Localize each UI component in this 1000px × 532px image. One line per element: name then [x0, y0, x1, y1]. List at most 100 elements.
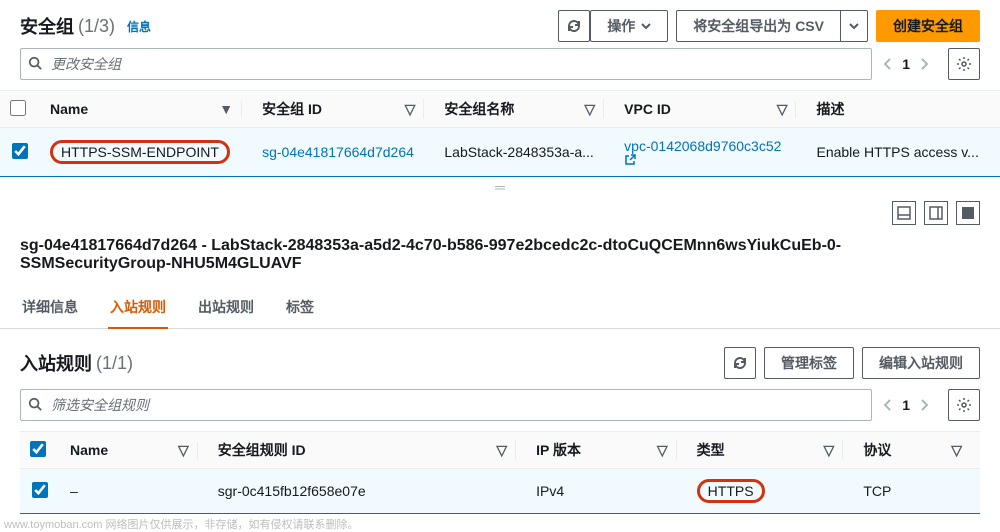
- th-name[interactable]: Name ▼: [40, 91, 252, 128]
- manage-tags-button[interactable]: 管理标签: [764, 347, 854, 379]
- sg-panel-count: (1/3): [78, 16, 115, 37]
- sg-desc-cell: Enable HTTPS access v...: [806, 128, 1000, 177]
- rules-pager: 1: [884, 397, 928, 413]
- th-type[interactable]: 类型 ▽: [687, 432, 854, 469]
- edit-inbound-rules-button[interactable]: 编辑入站规则: [862, 347, 980, 379]
- rule-ipver-cell: IPv4: [526, 469, 687, 514]
- rule-row[interactable]: – sgr-0c415fb12f658e07e IPv4 HTTPS TCP: [20, 469, 980, 514]
- th-rule-name[interactable]: Name ▽: [60, 432, 208, 469]
- gear-icon: [956, 397, 972, 413]
- actions-label: 操作: [607, 16, 635, 36]
- sort-unsorted-icon: ▽: [657, 442, 668, 459]
- th-sgname[interactable]: 安全组名称▽: [434, 91, 614, 128]
- th-rule-id-label: 安全组规则 ID: [218, 440, 306, 460]
- th-select-all[interactable]: [0, 91, 40, 128]
- sg-name-value: HTTPS-SSM-ENDPOINT: [61, 144, 219, 160]
- th-ipver-label: IP 版本: [536, 440, 581, 460]
- caret-down-icon: [641, 23, 651, 29]
- rules-title: 入站规则: [20, 350, 92, 376]
- layout-split-v-button[interactable]: [924, 201, 948, 225]
- refresh-icon: [566, 18, 582, 34]
- th-sgid-label: 安全组 ID: [262, 99, 322, 119]
- sg-panel-title: 安全组: [20, 13, 74, 39]
- info-link[interactable]: 信息: [127, 18, 151, 35]
- page-next-icon[interactable]: [920, 58, 928, 70]
- sg-search-input[interactable]: [20, 48, 872, 80]
- caret-down-icon: [849, 23, 859, 29]
- layout-full-button[interactable]: [956, 201, 980, 225]
- vpc-id-link[interactable]: vpc-0142068d9760c3c52: [624, 138, 781, 154]
- export-csv-button[interactable]: 将安全组导出为 CSV: [676, 10, 840, 42]
- rule-proto-cell: TCP: [853, 469, 980, 514]
- rules-settings-button[interactable]: [948, 389, 980, 421]
- th-proto-label: 协议: [863, 440, 891, 460]
- rules-search-box: [20, 389, 872, 421]
- sort-unsorted-icon: ▽: [178, 442, 189, 459]
- sg-pager: 1: [884, 56, 928, 72]
- settings-button[interactable]: [948, 48, 980, 80]
- tab-outbound[interactable]: 出站规则: [196, 287, 256, 328]
- sort-caret-icon: ▼: [219, 101, 233, 117]
- th-vpc[interactable]: VPC ID ▽: [614, 91, 806, 128]
- search-icon: [28, 397, 42, 411]
- sg-search-box: [20, 48, 872, 80]
- export-csv-dropdown[interactable]: [840, 10, 868, 42]
- detail-view-toolbar: [0, 197, 1000, 229]
- table-row[interactable]: HTTPS-SSM-ENDPOINT sg-04e41817664d7d264 …: [0, 128, 1000, 177]
- rule-type-highlight: HTTPS: [697, 479, 765, 503]
- tab-tags[interactable]: 标签: [284, 287, 316, 328]
- actions-button[interactable]: 操作: [590, 10, 668, 42]
- panel-resize-handle[interactable]: ═: [0, 177, 1000, 197]
- page-prev-icon[interactable]: [884, 58, 892, 70]
- page-next-icon[interactable]: [920, 399, 928, 411]
- select-all-checkbox[interactable]: [10, 100, 26, 116]
- th-sgname-label: 安全组名称: [444, 99, 514, 119]
- sort-unsorted-icon: ▽: [496, 442, 507, 459]
- rule-row-checkbox[interactable]: [32, 482, 48, 498]
- sg-name-highlight: HTTPS-SSM-ENDPOINT: [50, 140, 230, 164]
- tab-info[interactable]: 详细信息: [20, 287, 80, 328]
- sort-unsorted-icon: ▽: [824, 442, 835, 459]
- rules-select-all-checkbox[interactable]: [30, 441, 46, 457]
- rules-count: (1/1): [96, 353, 133, 374]
- detail-title: sg-04e41817664d7d264 - LabStack-2848353a…: [0, 229, 1000, 287]
- rule-id-cell: sgr-0c415fb12f658e07e: [208, 469, 526, 514]
- page-prev-icon[interactable]: [884, 399, 892, 411]
- th-vpc-label: VPC ID: [624, 101, 671, 117]
- create-sg-button[interactable]: 创建安全组: [876, 10, 980, 42]
- row-checkbox[interactable]: [12, 143, 28, 159]
- gear-icon: [956, 56, 972, 72]
- th-type-label: 类型: [697, 440, 725, 460]
- th-rule-name-label: Name: [70, 442, 108, 458]
- refresh-icon: [732, 355, 748, 371]
- rules-refresh-button[interactable]: [724, 347, 756, 379]
- th-rule-id[interactable]: 安全组规则 ID ▽: [208, 432, 526, 469]
- rules-table: Name ▽ 安全组规则 ID ▽ IP 版本 ▽ 类型 ▽ 协议 ▽ – sgr-0c4…: [20, 431, 980, 514]
- detail-tabs: 详细信息 入站规则 出站规则 标签: [0, 287, 1000, 329]
- th-desc[interactable]: 描述: [806, 91, 1000, 128]
- sg-name-cell: LabStack-2848353a-a...: [434, 128, 614, 177]
- sort-unsorted-icon: ▽: [951, 442, 962, 459]
- rules-page-number: 1: [902, 397, 910, 413]
- th-ipver[interactable]: IP 版本 ▽: [526, 432, 687, 469]
- th-rules-select-all[interactable]: [20, 432, 60, 469]
- layout-split-h-button[interactable]: [892, 201, 916, 225]
- th-desc-label: 描述: [816, 99, 844, 119]
- th-sgid[interactable]: 安全组 ID ▽: [252, 91, 434, 128]
- watermark-text: www.toymoban.com 网络图片仅供展示，非存储，如有侵权请联系删除。: [0, 514, 1000, 532]
- refresh-button[interactable]: [558, 10, 590, 42]
- sg-id-link[interactable]: sg-04e41817664d7d264: [262, 144, 414, 160]
- tab-inbound[interactable]: 入站规则: [108, 287, 168, 329]
- search-icon: [28, 56, 42, 70]
- sg-table: Name ▼ 安全组 ID ▽ 安全组名称▽ VPC ID ▽ 描述 HTTPS-SS…: [0, 90, 1000, 177]
- sort-unsorted-icon: ▽: [405, 101, 416, 118]
- external-link-icon: [624, 154, 796, 166]
- th-name-label: Name: [50, 101, 88, 117]
- rules-search-input[interactable]: [20, 389, 872, 421]
- sg-search-row: 1: [0, 48, 1000, 90]
- rules-search-row: 1: [20, 379, 980, 431]
- export-split-button: 将安全组导出为 CSV: [676, 10, 868, 42]
- sort-unsorted-icon: ▽: [777, 101, 788, 118]
- th-proto[interactable]: 协议 ▽: [853, 432, 980, 469]
- sg-panel-header: 安全组 (1/3) 信息 操作 将安全组导出为 CSV 创建安全组: [0, 0, 1000, 48]
